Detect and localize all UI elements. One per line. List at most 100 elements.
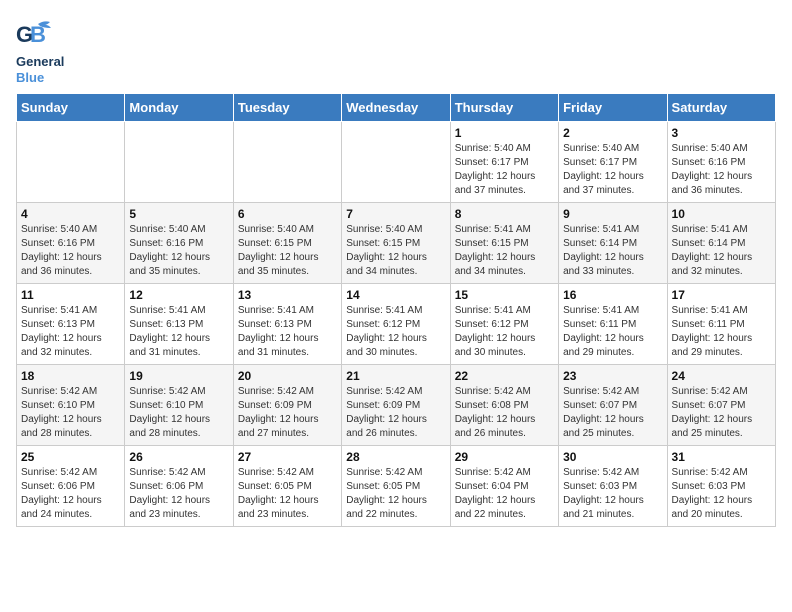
day-number: 21: [346, 369, 445, 383]
calendar-week-row: 4 Sunrise: 5:40 AMSunset: 6:16 PMDaylight…: [17, 203, 776, 284]
day-number: 18: [21, 369, 120, 383]
calendar-week-row: 1 Sunrise: 5:40 AMSunset: 6:17 PMDaylight…: [17, 122, 776, 203]
calendar-cell: 19 Sunrise: 5:42 AMSunset: 6:10 PMDayligh…: [125, 365, 233, 446]
day-info: Sunrise: 5:41 AMSunset: 6:14 PMDaylight:…: [672, 223, 771, 279]
calendar-cell: 28 Sunrise: 5:42 AMSunset: 6:05 PMDayligh…: [342, 446, 450, 527]
logo-text-blue: Blue: [16, 70, 44, 85]
calendar-cell: [233, 122, 341, 203]
calendar-header-row: SundayMondayTuesdayWednesdayThursdayFrid…: [17, 94, 776, 122]
day-info: Sunrise: 5:42 AMSunset: 6:09 PMDaylight:…: [238, 385, 337, 441]
day-number: 20: [238, 369, 337, 383]
calendar-cell: 4 Sunrise: 5:40 AMSunset: 6:16 PMDaylight…: [17, 203, 125, 284]
calendar-week-row: 11 Sunrise: 5:41 AMSunset: 6:13 PMDayligh…: [17, 284, 776, 365]
day-number: 4: [21, 207, 120, 221]
calendar-cell: [125, 122, 233, 203]
day-info: Sunrise: 5:40 AMSunset: 6:16 PMDaylight:…: [672, 142, 771, 198]
day-info: Sunrise: 5:40 AMSunset: 6:15 PMDaylight:…: [346, 223, 445, 279]
header: G B General Blue: [16, 16, 776, 85]
day-number: 19: [129, 369, 228, 383]
calendar-cell: 27 Sunrise: 5:42 AMSunset: 6:05 PMDayligh…: [233, 446, 341, 527]
calendar-cell: 31 Sunrise: 5:42 AMSunset: 6:03 PMDayligh…: [667, 446, 775, 527]
day-info: Sunrise: 5:42 AMSunset: 6:07 PMDaylight:…: [672, 385, 771, 441]
calendar-cell: 13 Sunrise: 5:41 AMSunset: 6:13 PMDayligh…: [233, 284, 341, 365]
calendar-cell: 24 Sunrise: 5:42 AMSunset: 6:07 PMDayligh…: [667, 365, 775, 446]
day-header-sunday: Sunday: [17, 94, 125, 122]
day-number: 27: [238, 450, 337, 464]
day-info: Sunrise: 5:41 AMSunset: 6:13 PMDaylight:…: [21, 304, 120, 360]
calendar-cell: 5Sunrise: 5:40 AMSunset: 6:16 PMDaylight…: [125, 203, 233, 284]
day-info: Sunrise: 5:41 AMSunset: 6:12 PMDaylight:…: [346, 304, 445, 360]
calendar-cell: 16Sunrise: 5:41 AMSunset: 6:11 PMDayligh…: [559, 284, 667, 365]
day-header-wednesday: Wednesday: [342, 94, 450, 122]
calendar-cell: [342, 122, 450, 203]
day-info: Sunrise: 5:42 AMSunset: 6:07 PMDaylight:…: [563, 385, 662, 441]
day-info: Sunrise: 5:41 AMSunset: 6:13 PMDaylight:…: [238, 304, 337, 360]
calendar-cell: 14 Sunrise: 5:41 AMSunset: 6:12 PMDayligh…: [342, 284, 450, 365]
day-number: 8: [455, 207, 554, 221]
day-number: 10: [672, 207, 771, 221]
calendar-cell: 7 Sunrise: 5:40 AMSunset: 6:15 PMDaylight…: [342, 203, 450, 284]
day-number: 28: [346, 450, 445, 464]
day-header-friday: Friday: [559, 94, 667, 122]
day-number: 16: [563, 288, 662, 302]
day-number: 29: [455, 450, 554, 464]
day-info: Sunrise: 5:40 AMSunset: 6:17 PMDaylight:…: [455, 142, 554, 198]
day-header-saturday: Saturday: [667, 94, 775, 122]
day-info: Sunrise: 5:42 AMSunset: 6:05 PMDaylight:…: [238, 466, 337, 522]
day-info: Sunrise: 5:42 AMSunset: 6:08 PMDaylight:…: [455, 385, 554, 441]
calendar-cell: 12 Sunrise: 5:41 AMSunset: 6:13 PMDayligh…: [125, 284, 233, 365]
calendar-cell: 23 Sunrise: 5:42 AMSunset: 6:07 PMDayligh…: [559, 365, 667, 446]
day-number: 24: [672, 369, 771, 383]
day-number: 15: [455, 288, 554, 302]
day-info: Sunrise: 5:41 AMSunset: 6:14 PMDaylight:…: [563, 223, 662, 279]
calendar-week-row: 18 Sunrise: 5:42 AMSunset: 6:10 PMDayligh…: [17, 365, 776, 446]
day-number: 2: [563, 126, 662, 140]
day-number: 13: [238, 288, 337, 302]
day-info: Sunrise: 5:42 AMSunset: 6:10 PMDaylight:…: [129, 385, 228, 441]
calendar-cell: 30 Sunrise: 5:42 AMSunset: 6:03 PMDayligh…: [559, 446, 667, 527]
day-number: 31: [672, 450, 771, 464]
day-header-thursday: Thursday: [450, 94, 558, 122]
day-header-tuesday: Tuesday: [233, 94, 341, 122]
day-number: 25: [21, 450, 120, 464]
calendar-cell: 17 Sunrise: 5:41 AMSunset: 6:11 PMDayligh…: [667, 284, 775, 365]
day-header-monday: Monday: [125, 94, 233, 122]
calendar-week-row: 25 Sunrise: 5:42 AMSunset: 6:06 PMDayligh…: [17, 446, 776, 527]
day-info: Sunrise: 5:40 AMSunset: 6:15 PMDaylight:…: [238, 223, 337, 279]
day-number: 12: [129, 288, 228, 302]
calendar-cell: 22 Sunrise: 5:42 AMSunset: 6:08 PMDayligh…: [450, 365, 558, 446]
day-number: 23: [563, 369, 662, 383]
day-number: 22: [455, 369, 554, 383]
calendar-cell: 8 Sunrise: 5:41 AMSunset: 6:15 PMDaylight…: [450, 203, 558, 284]
day-info: Sunrise: 5:42 AMSunset: 6:09 PMDaylight:…: [346, 385, 445, 441]
day-number: 11: [21, 288, 120, 302]
day-info: Sunrise: 5:42 AMSunset: 6:03 PMDaylight:…: [563, 466, 662, 522]
day-info: Sunrise: 5:40 AMSunset: 6:17 PMDaylight:…: [563, 142, 662, 198]
day-info: Sunrise: 5:41 AMSunset: 6:11 PMDaylight:…: [672, 304, 771, 360]
day-info: Sunrise: 5:42 AMSunset: 6:05 PMDaylight:…: [346, 466, 445, 522]
calendar-cell: 20 Sunrise: 5:42 AMSunset: 6:09 PMDayligh…: [233, 365, 341, 446]
day-number: 7: [346, 207, 445, 221]
calendar-cell: 25Sunrise: 5:42 AMSunset: 6:06 PMDayligh…: [17, 446, 125, 527]
day-number: 17: [672, 288, 771, 302]
calendar-cell: 10 Sunrise: 5:41 AMSunset: 6:14 PMDayligh…: [667, 203, 775, 284]
day-info: Sunrise: 5:42 AMSunset: 6:03 PMDaylight:…: [672, 466, 771, 522]
logo-icon: G B: [16, 16, 52, 52]
day-info: Sunrise: 5:41 AMSunset: 6:15 PMDaylight:…: [455, 223, 554, 279]
calendar-cell: 11 Sunrise: 5:41 AMSunset: 6:13 PMDayligh…: [17, 284, 125, 365]
calendar-cell: 3Sunrise: 5:40 AMSunset: 6:16 PMDaylight…: [667, 122, 775, 203]
calendar: SundayMondayTuesdayWednesdayThursdayFrid…: [16, 93, 776, 527]
day-number: 6: [238, 207, 337, 221]
day-info: Sunrise: 5:41 AMSunset: 6:12 PMDaylight:…: [455, 304, 554, 360]
day-info: Sunrise: 5:40 AMSunset: 6:16 PMDaylight:…: [129, 223, 228, 279]
day-info: Sunrise: 5:41 AMSunset: 6:13 PMDaylight:…: [129, 304, 228, 360]
day-number: 26: [129, 450, 228, 464]
day-number: 14: [346, 288, 445, 302]
day-info: Sunrise: 5:42 AMSunset: 6:06 PMDaylight:…: [129, 466, 228, 522]
calendar-cell: 2 Sunrise: 5:40 AMSunset: 6:17 PMDaylight…: [559, 122, 667, 203]
calendar-cell: 18 Sunrise: 5:42 AMSunset: 6:10 PMDayligh…: [17, 365, 125, 446]
day-info: Sunrise: 5:40 AMSunset: 6:16 PMDaylight:…: [21, 223, 120, 279]
day-number: 1: [455, 126, 554, 140]
day-info: Sunrise: 5:42 AMSunset: 6:10 PMDaylight:…: [21, 385, 120, 441]
day-number: 30: [563, 450, 662, 464]
